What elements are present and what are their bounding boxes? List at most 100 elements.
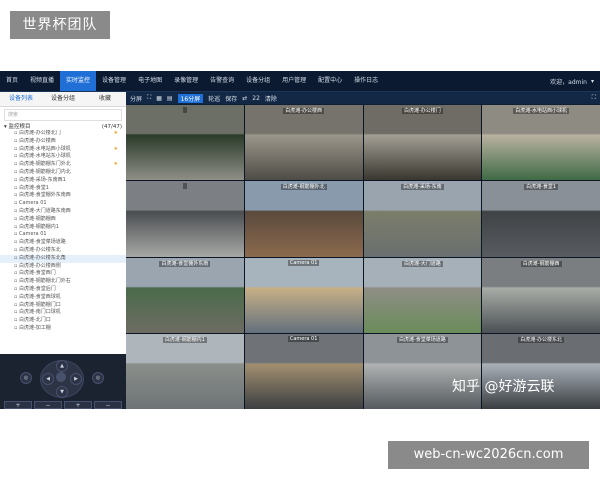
tree-item[interactable]: ▫ 白虎滩-办公楼西 [0, 138, 126, 146]
user-greeting[interactable]: 欢迎，admin [550, 77, 587, 86]
tree-item[interactable]: ▫ 白虎滩-钢筋棚内1 [0, 224, 126, 232]
camera-feed[interactable]: 白虎滩-办公楼东北 [482, 333, 600, 409]
tree-item-label: 白虎滩-办公楼东北角 [18, 254, 66, 261]
tree-item[interactable]: ▫ 白虎滩-大门道路东南西 [0, 208, 126, 216]
ptz-center-button[interactable] [56, 372, 66, 382]
tab-favorites[interactable]: 收藏 [84, 92, 126, 106]
focus-minus-button[interactable]: − [34, 401, 62, 409]
camera-label: 白虎滩-办公楼东北 [518, 336, 565, 343]
tree-item-label: 白虎滩-食堂菜场道路 [18, 239, 66, 246]
top-navigation-bar: 首页 视频直播 实时监控 设备管理 电子地图 录像管理 告警查询 设备分组 用户管理 配置中心 操作… [0, 71, 600, 92]
tree-item[interactable]: ▫ 白虎滩-钢筋棚东门外北 ★ [0, 161, 126, 169]
camera-feed[interactable]: 白虎滩-食堂菜场道路 [363, 333, 482, 409]
camera-feed[interactable]: 白虎滩-办公楼门 [363, 105, 482, 181]
camera-feed[interactable]: 白虎滩-大门道路 [363, 257, 482, 333]
tree-item[interactable]: ▫ 白虎滩-食堂西球机 [0, 294, 126, 302]
camera-feed[interactable]: 白虎滩-钢筋棚西 [482, 257, 600, 333]
layout-4-icon[interactable]: ▦ [156, 95, 162, 102]
footer-url-badge: web-cn-wc2026cn.com [388, 441, 589, 469]
tree-item[interactable]: ▫ 白虎滩-南门口球机 [0, 309, 126, 317]
arrow-down-icon[interactable]: ▼ [56, 386, 68, 398]
tree-item[interactable]: ▫ 白虎滩-食堂菜场道路 [0, 239, 126, 247]
nav-item[interactable]: 设备管理 [96, 71, 132, 91]
camera-feed[interactable]: Camera 01 [244, 257, 363, 333]
tree-item[interactable]: ▫ 白虎滩-食堂棚外东南西 [0, 192, 126, 200]
nav-item[interactable]: 配置中心 [312, 71, 348, 91]
camera-label: 白虎滩-钢筋棚内1 [162, 336, 207, 343]
tree-item-label: 白虎滩-办公楼东北 [18, 246, 61, 253]
tree-item[interactable]: ▫ 白虎滩-办公楼北门 ★ [0, 130, 126, 138]
nav-item[interactable]: 电子地图 [132, 71, 168, 91]
zoom-out-icon[interactable]: ◎ [92, 372, 104, 384]
device-search-input[interactable]: 搜索 [4, 109, 122, 121]
camera-label: 白虎滩-办公楼门 [401, 108, 443, 114]
nav-item[interactable]: 首页 [0, 71, 24, 91]
chevron-down-icon[interactable]: ▾ [591, 78, 594, 85]
focus-plus-button[interactable]: + [4, 401, 32, 409]
favorite-star-icon[interactable]: ★ [114, 130, 118, 138]
tree-item-label: 白虎滩-水电站东小球机 [18, 153, 71, 160]
tree-item[interactable]: ▫ 白虎滩-食堂后门 [0, 286, 126, 294]
clear-button[interactable]: 清除 [265, 94, 277, 103]
tree-item-label: 白虎滩-食堂后门 [18, 285, 56, 292]
zoom-in-icon[interactable]: ◎ [20, 372, 32, 384]
tree-item[interactable]: ▫ Camera 01 [0, 231, 126, 239]
camera-feed[interactable]: 白虎滩-食堂1 [482, 181, 600, 257]
tree-item[interactable]: ▫ 白虎滩-北门口 [0, 317, 126, 325]
tree-item[interactable]: ▫ 白虎滩-钢筋棚西 [0, 216, 126, 224]
arrow-up-icon[interactable]: ▲ [56, 360, 68, 372]
camera-feed[interactable]: 白虎滩-采场-东南 [363, 181, 482, 257]
camera-feed[interactable]: 白虎滩-钢筋棚内1 [126, 333, 244, 409]
nav-item[interactable]: 用户管理 [276, 71, 312, 91]
camera-feed[interactable] [126, 105, 244, 181]
tree-item[interactable]: ▫ 白虎滩-食堂西门 [0, 270, 126, 278]
camera-label: 白虎滩-食堂棚外东南 [159, 260, 211, 267]
tree-item[interactable]: ▫ 白虎滩-办公楼东北角 [0, 254, 126, 263]
top-left-title-badge: 世界杯团队 [10, 11, 110, 39]
tree-item-label: 白虎滩-南门口球机 [18, 309, 61, 316]
camera-feed[interactable]: 白虎滩-钢筋棚外北 [244, 181, 363, 257]
nav-item[interactable]: 实时监控 [60, 71, 97, 91]
iris-plus-button[interactable]: + [64, 401, 92, 409]
camera-feed[interactable] [126, 181, 244, 257]
save-button[interactable]: 保存 [225, 94, 237, 103]
layout-1-icon[interactable]: ⛶ [147, 94, 151, 102]
iris-minus-button[interactable]: − [94, 401, 122, 409]
nav-item[interactable]: 视频直播 [24, 71, 60, 91]
favorite-star-icon[interactable]: ★ [114, 161, 118, 169]
camera-feed[interactable]: 白虎滩-水电站西小球机 [482, 105, 600, 181]
nav-item[interactable]: 告警查询 [204, 71, 240, 91]
tree-item[interactable]: ▫ 白虎滩-办公楼东北 [0, 247, 126, 255]
interval-value[interactable]: 22 [252, 95, 260, 102]
tree-item-label: 白虎滩-钢筋棚北门内北 [18, 168, 71, 175]
tree-item-label: 白虎滩-钢筋棚北门外右 [18, 278, 71, 285]
tree-item-label: 白虎滩-钢筋棚西 [18, 215, 56, 222]
camera-feed[interactable]: 白虎滩-食堂棚外东南 [126, 257, 244, 333]
split-select[interactable]: 16分屏 [177, 93, 204, 103]
camera-feed[interactable]: Camera 01 [244, 333, 363, 409]
nav-item[interactable]: 录像管理 [168, 71, 204, 91]
arrow-right-icon[interactable]: ▶ [70, 373, 82, 385]
tab-device-group[interactable]: 设备分组 [42, 92, 84, 106]
camera-label: 白虎滩-钢筋棚西 [520, 260, 562, 267]
fullscreen-icon[interactable]: ⛶ [592, 94, 596, 102]
nav-item[interactable]: 操作日志 [348, 71, 384, 91]
tab-device-list[interactable]: 设备列表 [0, 92, 42, 106]
camera-label: 白虎滩-钢筋棚外北 [280, 184, 327, 191]
poll-button[interactable]: 轮巡 [208, 94, 220, 103]
tree-item[interactable]: ▫ 白虎滩-采场-东南西1 [0, 177, 126, 185]
camera-feed[interactable]: 白虎滩-办公楼西 [244, 105, 363, 181]
tree-item[interactable]: ▫ Camera 01 [0, 200, 126, 208]
tree-item-label: 白虎滩-采场-东南西1 [18, 176, 66, 183]
favorite-star-icon[interactable]: ★ [114, 146, 118, 154]
tree-item[interactable]: ▫ 白虎滩-钢筋棚北门外右 [0, 278, 126, 286]
tree-item-label: 白虎滩-办公楼北门 [18, 130, 61, 136]
arrow-left-icon[interactable]: ◀ [42, 373, 54, 385]
ptz-control-panel: ▲ ▼ ◀ ▶ ◎ ◎ + − + − 100 [0, 354, 126, 409]
layout-9-icon[interactable]: ▤ [167, 95, 173, 102]
tree-item[interactable]: ▫ 白虎滩-加工棚 [0, 325, 126, 333]
interval-arrow-icon[interactable]: ⇄ [242, 95, 247, 102]
tree-item[interactable]: ▫ 白虎滩-钢筋棚北门内北 [0, 169, 126, 177]
camera-label: 白虎滩-水电站西小球机 [513, 108, 570, 114]
nav-item[interactable]: 设备分组 [240, 71, 276, 91]
